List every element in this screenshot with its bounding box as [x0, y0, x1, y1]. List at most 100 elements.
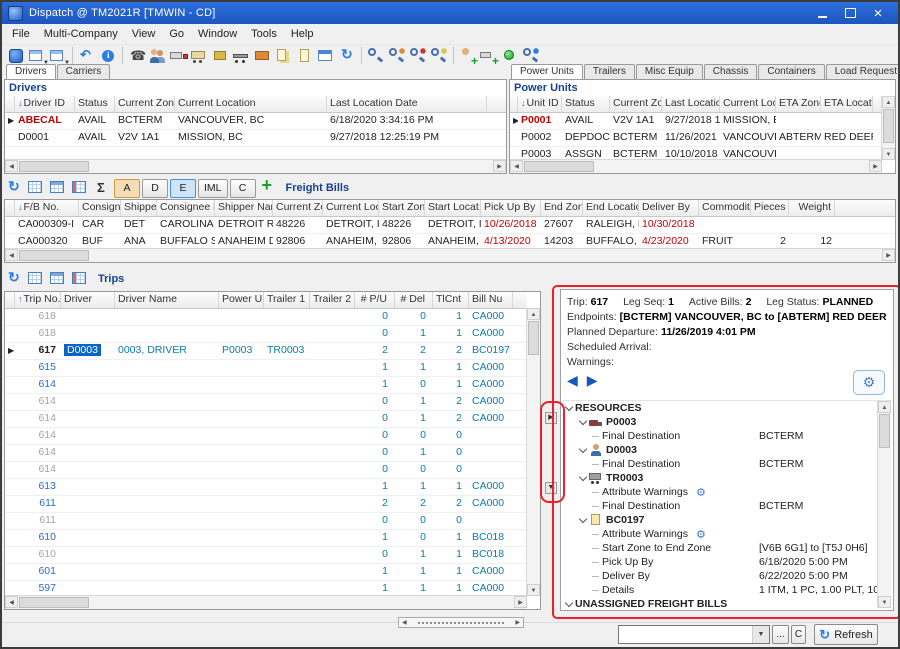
cell-trailer-2[interactable] [310, 343, 355, 359]
cell-trailer-1[interactable] [264, 513, 310, 529]
cell-tlcnt[interactable]: 1 [433, 309, 469, 325]
col-num-pu[interactable]: # P/U [355, 292, 395, 308]
cell-trip-no[interactable]: 614 [15, 445, 61, 461]
trip-row[interactable]: ▶ 617 D0003 0003, DRIVER P0003 TR0003 2 … [5, 343, 527, 360]
scroll-up-icon[interactable]: ▲ [527, 308, 540, 320]
col-status[interactable]: Status [75, 96, 115, 112]
trip-row[interactable]: ▶ 618 0 1 1 CA000 [5, 326, 527, 343]
trip-row[interactable]: ▶ 614 0 1 2 CA000 [5, 394, 527, 411]
cell-trip-no[interactable]: 614 [15, 462, 61, 478]
cell-driver[interactable] [61, 496, 115, 512]
cell-bill-no[interactable]: CA000 [469, 394, 513, 410]
tab-drivers[interactable]: Drivers [6, 64, 56, 79]
chevron-down-icon[interactable] [577, 519, 589, 522]
cell-eta-zone[interactable]: ABTERM [776, 130, 821, 146]
cell-trip-no[interactable]: 611 [15, 496, 61, 512]
trip-row[interactable]: ▶ 614 0 1 2 CA000 [5, 411, 527, 428]
col-driver[interactable]: Driver [61, 292, 115, 308]
cell-driver-name[interactable] [115, 309, 219, 325]
cell-driver-name[interactable] [115, 564, 219, 580]
add-driver-icon[interactable]: ▼ [458, 46, 478, 66]
cell-trailer-2[interactable] [310, 360, 355, 376]
cell-num-del[interactable]: 1 [395, 394, 433, 410]
cell-trailer-1[interactable] [264, 547, 310, 563]
trip-row[interactable]: ▶ 610 0 1 1 BC018 [5, 547, 527, 564]
cell-num-pu[interactable]: 1 [355, 479, 395, 495]
cell-num-pu[interactable]: 1 [355, 360, 395, 376]
power-units-hscrollbar[interactable]: ◀▶ [510, 159, 882, 173]
cell-driver-name[interactable] [115, 326, 219, 342]
cell-bill-no[interactable] [469, 428, 513, 444]
trip-row[interactable]: ▶ 614 1 0 1 CA000 [5, 377, 527, 394]
cell-num-del[interactable]: 0 [395, 428, 433, 444]
col-trailer-1[interactable]: Trailer 1 [264, 292, 310, 308]
menu-item[interactable]: Tools [244, 26, 284, 42]
misc-equip-icon[interactable]: ▼ [211, 46, 231, 66]
col-bill-no[interactable]: Bill Nu [469, 292, 513, 308]
info-icon[interactable]: ▼ [98, 46, 118, 66]
cell-trailer-1[interactable] [264, 564, 310, 580]
cell-tlcnt[interactable]: 1 [433, 326, 469, 342]
cell-bill-no[interactable] [469, 513, 513, 529]
cell-num-del[interactable]: 2 [395, 343, 433, 359]
cell-trailer-2[interactable] [310, 530, 355, 546]
cell-tlcnt[interactable]: 1 [433, 530, 469, 546]
menu-item[interactable]: View [125, 26, 163, 42]
chevron-down-icon[interactable] [563, 603, 575, 606]
cell-driver[interactable] [61, 411, 115, 427]
cell-driver-name[interactable]: 0003, DRIVER [115, 343, 219, 359]
trips-vscrollbar[interactable]: ▲▼ [526, 308, 540, 596]
cell-trailer-2[interactable] [310, 513, 355, 529]
cell-driver[interactable] [61, 530, 115, 546]
cell-num-del[interactable]: 0 [395, 530, 433, 546]
cell-power-unit[interactable] [219, 513, 264, 529]
tree-row[interactable]: RESOURCES ⚙ [563, 401, 878, 415]
cell-driver[interactable] [61, 360, 115, 376]
col-consignee[interactable]: Consignee [79, 200, 121, 216]
chevron-down-icon[interactable] [577, 477, 589, 480]
menu-item[interactable]: File [5, 26, 37, 42]
cell-power-unit[interactable] [219, 479, 264, 495]
cell-power-unit[interactable] [219, 581, 264, 596]
trip-row[interactable]: ▶ 597 1 1 1 CA000 [5, 581, 527, 596]
cell-trip-no[interactable]: 613 [15, 479, 61, 495]
cell-bill-no[interactable]: BC018 [469, 547, 513, 563]
cell-trailer-1[interactable] [264, 581, 310, 596]
cell-trailer-1[interactable] [264, 428, 310, 444]
cell-status[interactable]: AVAIL [75, 130, 115, 146]
cell-last-location-date[interactable]: 11/26/2021 2:34 [662, 130, 720, 146]
scroll-right-icon[interactable]: ▶ [882, 249, 895, 261]
tree-row[interactable]: P0003 ⚙ [563, 415, 878, 429]
col-shipper-name[interactable]: Shipper Nar [215, 200, 273, 216]
col-last-location-date[interactable]: Last Location Date [327, 96, 487, 112]
phone-icon[interactable]: ▼ [127, 46, 147, 66]
cell-trip-no[interactable]: 614 [15, 411, 61, 427]
cell-num-del[interactable]: 0 [395, 462, 433, 478]
cell-num-del[interactable]: 0 [395, 309, 433, 325]
col-current-zone[interactable]: Current Zone [610, 96, 662, 112]
cell-driver-name[interactable] [115, 496, 219, 512]
cell-fb-no[interactable]: CA000320 [15, 234, 79, 249]
filter-e-button[interactable]: E [170, 179, 196, 198]
cell-trailer-1[interactable] [264, 326, 310, 342]
tree-row[interactable]: Attribute Warnings ⚙ [563, 527, 878, 541]
tree-row[interactable]: Details ⚙ 1 ITM, 1 PC, 1.00 PLT, 1000.00… [563, 583, 878, 597]
tree-row[interactable]: Final Destination ⚙ BCTERM [563, 429, 878, 443]
tree-row[interactable]: Final Destination ⚙ BCTERM [563, 499, 878, 513]
summary-icon[interactable] [92, 178, 112, 198]
tab-trailers[interactable]: Trailers [584, 64, 635, 79]
scroll-right-icon[interactable]: ▶ [869, 160, 882, 172]
panel-splitter-scrollbar[interactable]: ◀▶ [398, 617, 524, 628]
scroll-up-icon[interactable]: ▲ [882, 96, 895, 108]
layout-select-icon[interactable]: ▼ [27, 46, 47, 66]
cell-bill-no[interactable]: CA000 [469, 496, 513, 512]
cell-driver[interactable] [61, 564, 115, 580]
cell-bill-no[interactable]: BC018 [469, 530, 513, 546]
trip-row[interactable]: ▶ 614 0 1 0 [5, 445, 527, 462]
cell-num-del[interactable]: 1 [395, 445, 433, 461]
cell-driver[interactable] [61, 445, 115, 461]
cell-tlcnt[interactable]: 1 [433, 479, 469, 495]
cell-tlcnt[interactable]: 1 [433, 360, 469, 376]
cell-driver-id[interactable]: ABECAL [15, 113, 75, 129]
filter-available-button[interactable]: A [114, 179, 140, 198]
